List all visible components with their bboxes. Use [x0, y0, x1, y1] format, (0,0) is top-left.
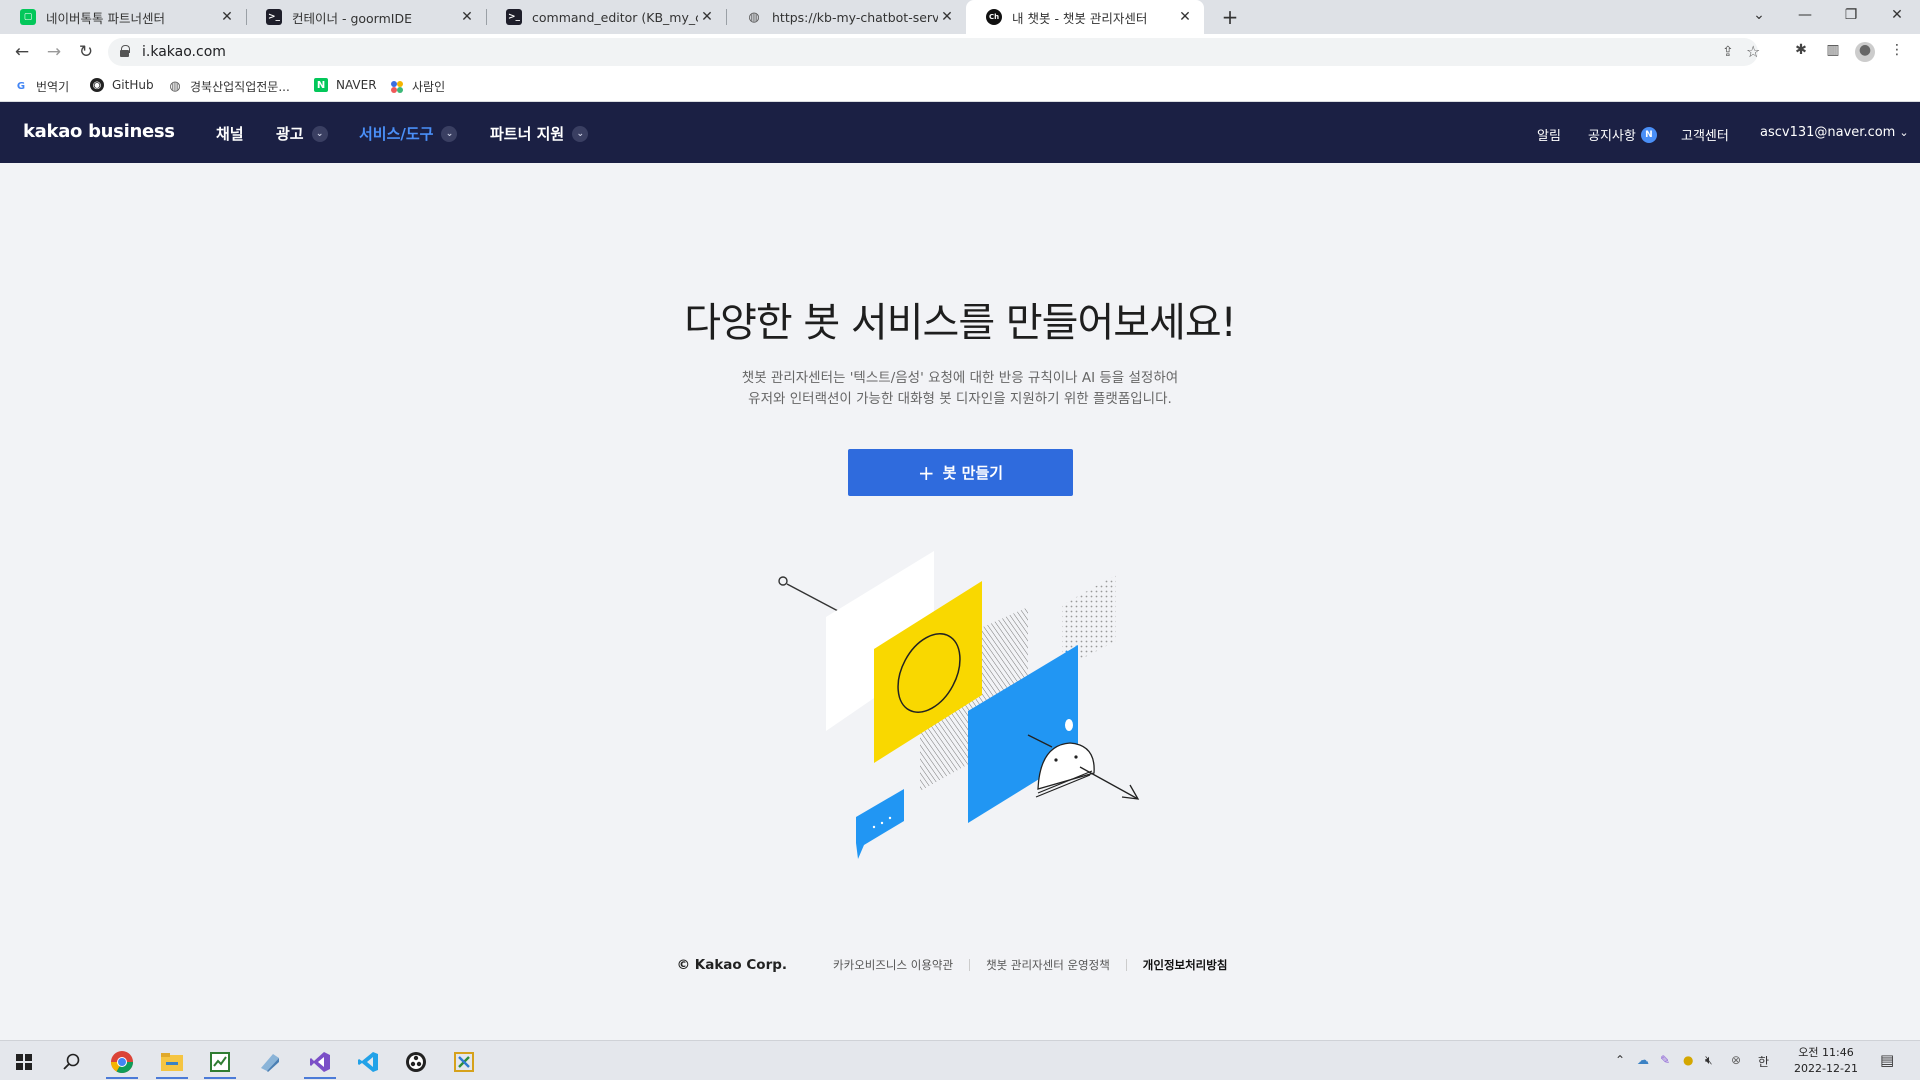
kakao-business-logo[interactable]: kakao business [23, 121, 175, 142]
restore-icon[interactable]: ❐ [1828, 0, 1874, 30]
reload-icon[interactable]: ↻ [74, 40, 98, 64]
new-tab-button[interactable]: + [1216, 4, 1244, 30]
string-line [786, 583, 839, 612]
privacy-link[interactable]: 개인정보처리방침 [1127, 957, 1244, 973]
bookmark-saramin[interactable]: 사람인 [390, 78, 445, 95]
globe-icon: ◍ [169, 79, 181, 94]
nav-partner-support[interactable]: 파트너 지원 ⌄ [490, 123, 589, 144]
tab-goormide[interactable]: >_ 컨테이너 - goormIDE ✕ [246, 0, 486, 34]
naver-talk-icon: ▢ [20, 9, 36, 25]
chatbot-icon: Ch [986, 9, 1002, 25]
policy-link[interactable]: 챗봇 관리자센터 운영정책 [970, 957, 1126, 973]
page-title: 다양한 봇 서비스를 만들어보세요! [684, 300, 1236, 346]
pen-icon[interactable]: ✎ [1660, 1053, 1670, 1067]
ime-indicator[interactable]: 한 [1758, 1053, 1769, 1070]
address-bar[interactable]: i.kakao.com ⇪ ☆ [108, 38, 1760, 66]
notification-icon[interactable]: ▤ [1880, 1051, 1894, 1069]
profile-avatar-icon[interactable]: ● [1855, 42, 1875, 62]
speech-bubble [856, 789, 904, 859]
back-icon[interactable]: ← [10, 40, 34, 64]
network-off-icon[interactable]: ⊗ [1731, 1053, 1741, 1067]
close-tab-icon[interactable]: ✕ [458, 9, 476, 25]
bot-illustration [778, 551, 1140, 859]
account-menu[interactable]: ascv131@naver.com ⌄ [1760, 125, 1909, 140]
saramin-icon [390, 80, 404, 94]
bookmarks-bar: G 번역기 ◉ GitHub ◍ 경북산업직업전문... N NAVER 사람인 [0, 70, 1920, 102]
page-description: 챗봇 관리자센터는 '텍스트/음성' 요청에 대한 반응 규칙이나 AI 등을 … [741, 370, 1179, 407]
chevron-down-icon: ⌄ [441, 125, 458, 142]
chevron-down-icon: ⌄ [1899, 126, 1909, 139]
bookmark-github[interactable]: ◉ GitHub [90, 78, 154, 92]
tab-chatbot-admin[interactable]: Ch 내 챗봇 - 챗봇 관리자센터 ✕ [966, 0, 1204, 34]
minimize-icon[interactable]: — [1782, 0, 1828, 30]
bookmark-naver[interactable]: N NAVER [314, 78, 377, 92]
obs-icon[interactable] [394, 1045, 438, 1079]
share-icon[interactable]: ⇪ [1722, 44, 1734, 60]
close-tab-icon[interactable]: ✕ [218, 9, 236, 25]
alarm-link[interactable]: 알림 [1537, 125, 1561, 144]
extensions-icon[interactable]: ✱ [1791, 42, 1811, 62]
robot-antenna [1065, 719, 1073, 731]
bookmark-gyeongbuk[interactable]: ◍ 경북산업직업전문... [168, 78, 289, 95]
clock[interactable]: 오전 11:46 2022-12-21 [1786, 1045, 1866, 1077]
tab-search-icon[interactable]: ⌄ [1736, 0, 1782, 30]
file-explorer-icon[interactable] [150, 1045, 194, 1079]
tool-app-icon[interactable] [442, 1045, 486, 1079]
speaker-muted-icon[interactable]: 🔇︎ [1705, 1053, 1713, 1068]
bookmark-translator[interactable]: G 번역기 [14, 78, 69, 95]
bookmark-star-icon[interactable]: ☆ [1746, 42, 1760, 61]
close-tab-icon[interactable]: ✕ [698, 9, 716, 25]
terminal-icon: >_ [506, 9, 522, 25]
naver-icon: N [314, 78, 328, 92]
github-icon: ◉ [90, 78, 104, 92]
google-icon: G [16, 81, 26, 92]
tab-chatbot-server[interactable]: ◍ https://kb-my-chatbot-server-g ✕ [726, 0, 966, 34]
site-header: kakao business 채널 광고 ⌄ 서비스/도구 ⌄ 파트너 지원 ⌄… [0, 102, 1920, 163]
visual-studio-icon[interactable] [298, 1045, 342, 1079]
notepad-icon[interactable] [198, 1045, 242, 1079]
search-icon[interactable] [50, 1045, 94, 1079]
plus-icon: + [917, 460, 935, 485]
lock-icon [120, 45, 130, 57]
close-tab-icon[interactable]: ✕ [938, 9, 956, 25]
vscode-icon[interactable] [346, 1045, 390, 1079]
tray-overflow-icon[interactable]: ⌃ [1615, 1053, 1625, 1067]
tab-command-editor[interactable]: >_ command_editor (KB_my_chatbo ✕ [486, 0, 726, 34]
create-bot-button[interactable]: + 봇 만들기 [848, 449, 1073, 496]
nav-ads[interactable]: 광고 ⌄ [276, 123, 328, 144]
tab-naver-talk[interactable]: ▢ 네이버톡톡 파트너센터 ✕ [0, 0, 246, 34]
globe-icon: ◍ [748, 9, 760, 25]
copyright: © Kakao Corp. [676, 957, 788, 973]
new-badge: N [1640, 126, 1657, 143]
close-window-icon[interactable]: ✕ [1874, 0, 1920, 30]
notice-link[interactable]: 공지사항 N [1588, 125, 1657, 144]
nav-channel[interactable]: 채널 [216, 123, 244, 144]
string-end-circle [778, 576, 788, 586]
app-icon[interactable] [248, 1045, 292, 1079]
onedrive-icon[interactable]: ☁ [1637, 1053, 1649, 1067]
forward-icon[interactable]: → [42, 40, 66, 64]
chevron-down-icon: ⌄ [311, 125, 328, 142]
kakaotalk-icon[interactable]: ● [1683, 1053, 1693, 1067]
browser-tab-strip: ▢ 네이버톡톡 파트너센터 ✕ >_ 컨테이너 - goormIDE ✕ >_ … [0, 0, 1920, 34]
nav-services-tools[interactable]: 서비스/도구 ⌄ [359, 123, 458, 144]
terminal-icon: >_ [266, 9, 282, 25]
site-footer: © Kakao Corp. 카카오비즈니스 이용약관 챗봇 관리자센터 운영정책… [0, 957, 1920, 973]
close-tab-icon[interactable]: ✕ [1176, 9, 1194, 25]
side-panel-icon[interactable]: ▥ [1823, 42, 1843, 62]
support-link[interactable]: 고객센터 [1681, 125, 1729, 144]
windows-taskbar: ⌃ ☁ ✎ ● 🔇︎ ⊗ 한 오전 11:46 2022-12-21 ▤ [0, 1040, 1920, 1080]
menu-kebab-icon[interactable]: ⋮ [1887, 42, 1907, 62]
browser-toolbar: ← → ↻ i.kakao.com ⇪ ☆ ✱ ▥ ● ⋮ [0, 34, 1920, 70]
terms-link[interactable]: 카카오비즈니스 이용약관 [817, 957, 969, 973]
windows-start-icon[interactable] [2, 1045, 46, 1079]
chevron-down-icon: ⌄ [572, 125, 589, 142]
chrome-app-icon[interactable] [100, 1045, 144, 1079]
